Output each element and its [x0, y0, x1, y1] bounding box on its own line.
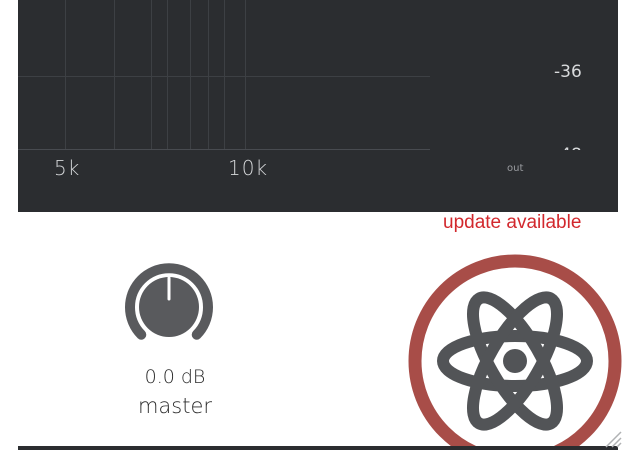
atom-icon	[437, 291, 593, 431]
grid-line	[18, 149, 430, 150]
grid-line	[167, 0, 168, 150]
grid-line	[245, 0, 246, 150]
master-knob-value: 0.0 dB	[144, 366, 206, 388]
resize-grip-icon[interactable]	[602, 428, 622, 448]
freq-label-5k: 5k	[54, 156, 81, 180]
grid-line	[224, 0, 225, 150]
logo[interactable]	[404, 243, 623, 446]
out-label: out	[507, 163, 524, 174]
bottom-bar	[18, 446, 618, 450]
grid-line	[208, 0, 209, 150]
grid-line	[18, 76, 430, 77]
db-label: -36	[554, 62, 582, 82]
grid-line	[190, 0, 191, 150]
analyzer-grid	[18, 0, 430, 150]
update-available-link[interactable]: update available	[443, 212, 581, 234]
grid-line	[65, 0, 66, 150]
output-meter: -36 -48 out	[430, 0, 618, 212]
master-knob[interactable]	[119, 257, 219, 357]
freq-label-10k: 10k	[228, 156, 269, 180]
grid-line	[151, 0, 152, 150]
spectrum-analyzer: 5k 10k -36 -48 out	[18, 0, 618, 212]
db-label: -48	[554, 145, 582, 150]
grid-line	[114, 0, 115, 150]
master-knob-label: master	[137, 394, 213, 418]
